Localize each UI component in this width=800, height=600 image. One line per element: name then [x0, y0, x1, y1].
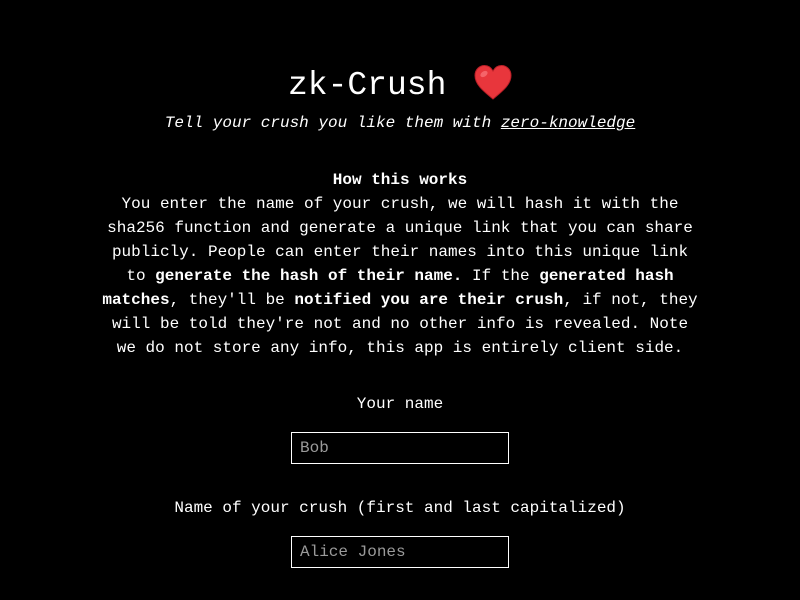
your-name-label: Your name [356, 395, 444, 413]
subtitle: Tell your crush you like them with zero-… [0, 113, 800, 133]
page-title: zk-Crush [287, 67, 447, 104]
description-bold-1: generate the hash of their name. [155, 267, 463, 285]
zero-knowledge-link[interactable]: zero-knowledge [501, 114, 635, 132]
subtitle-text: Tell your crush you like them with [164, 114, 501, 132]
crush-name-input[interactable] [291, 536, 509, 568]
heart-icon-svg [474, 64, 512, 100]
crush-name-label: Name of your crush (first and last capit… [174, 499, 626, 517]
description-text-3: , they'll be [169, 291, 295, 309]
description-bold-3: notified you are their crush [294, 291, 564, 309]
your-name-input[interactable] [291, 432, 509, 464]
how-it-works-section: How this works You enter the name of you… [100, 168, 700, 360]
page: zk-Crush Tell your crush you like them w… [0, 0, 800, 600]
heart-icon [474, 64, 512, 102]
description-text-2: If the [462, 267, 540, 285]
how-it-works-description: You enter the name of your crush, we wil… [100, 192, 700, 360]
how-it-works-heading: How this works [332, 171, 468, 189]
header: zk-Crush [0, 62, 800, 110]
